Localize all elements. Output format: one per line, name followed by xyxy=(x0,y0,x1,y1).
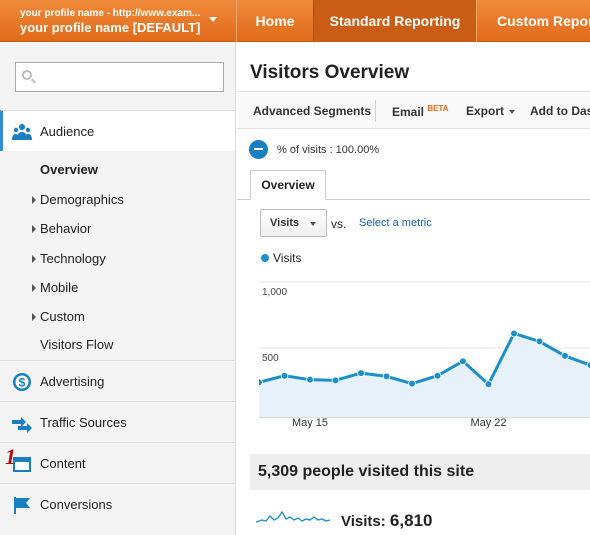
expand-arrow-icon xyxy=(32,313,36,321)
data-point xyxy=(280,371,289,380)
visits-metric-label: Visits: xyxy=(341,513,386,530)
x-tick-label: May 22 xyxy=(470,417,506,429)
legend-dot xyxy=(261,254,269,262)
flag-icon xyxy=(14,497,30,514)
main-content: Visitors Overview Advanced Segments Emai… xyxy=(237,42,590,535)
sidebar-subitem-label: Mobile xyxy=(40,280,79,295)
y-tick-label: 1,000 xyxy=(262,287,287,298)
sidebar-item-conversions[interactable]: Conversions xyxy=(0,483,235,524)
x-tick-label: May 15 xyxy=(292,417,328,429)
chevron-down-icon xyxy=(509,109,516,114)
tab-custom-reporting[interactable]: Custom Reporti xyxy=(476,0,590,42)
sidebar-subitem-behavior[interactable]: Behavior xyxy=(0,214,235,243)
data-point xyxy=(510,329,518,338)
profile-name: your profile name [DEFAULT] xyxy=(20,20,201,35)
visits-metric-value: 6,810 xyxy=(389,511,433,530)
top-nav-bar: your profile name - http://www.exam... y… xyxy=(0,0,590,42)
data-point xyxy=(561,352,569,360)
toolbar-divider xyxy=(375,100,376,122)
sidebar-subitem-custom[interactable]: Custom xyxy=(0,302,235,331)
visits-sparkline xyxy=(256,510,330,523)
metric-dropdown[interactable]: Visits xyxy=(260,209,327,237)
visits-metric: Visits: 6,810 xyxy=(341,511,432,531)
data-point xyxy=(535,337,544,346)
sidebar-item-traffic-sources[interactable]: Traffic Sources xyxy=(0,401,235,442)
svg-text:$: $ xyxy=(19,376,26,390)
add-to-dashboard-button[interactable]: Add to Das xyxy=(530,104,590,118)
chevron-down-icon xyxy=(209,17,217,22)
sidebar-subitem-visitors-flow[interactable]: Visitors Flow xyxy=(0,330,235,359)
search-icon xyxy=(22,70,32,80)
sidebar-item-label: Audience xyxy=(40,124,95,139)
data-point xyxy=(433,371,442,380)
sidebar-item-audience[interactable]: Audience xyxy=(0,110,235,151)
data-point xyxy=(408,379,416,388)
advanced-segments-button[interactable]: Advanced Segments xyxy=(253,104,371,118)
email-label: Email xyxy=(392,105,425,119)
series-area xyxy=(259,333,590,417)
select-metric-link[interactable]: Select a metric xyxy=(359,217,432,229)
data-point xyxy=(382,372,391,381)
annotation-number: 1 xyxy=(5,444,16,469)
sidebar-subitem-demographics[interactable]: Demographics xyxy=(0,185,235,214)
sidebar-item-label: Traffic Sources xyxy=(40,415,127,430)
sidebar-subitem-label: Technology xyxy=(40,251,106,266)
tab-overview[interactable]: Overview xyxy=(250,170,326,200)
expand-arrow-icon xyxy=(32,255,36,263)
page-title: Visitors Overview xyxy=(250,62,410,83)
dollar-icon: $ xyxy=(13,373,31,391)
tab-standard-reporting[interactable]: Standard Reporting xyxy=(313,0,476,42)
data-point xyxy=(459,357,467,365)
summary-text: 5,309 people visited this site xyxy=(258,463,475,480)
sidebar-item-content[interactable]: Content 1 xyxy=(0,442,235,483)
metric-dropdown-label: Visits xyxy=(270,217,300,229)
data-point xyxy=(331,376,340,385)
data-point xyxy=(357,369,365,377)
sidebar-item-label: Advertising xyxy=(40,374,105,389)
profile-account-url: your profile name - http://www.exam... xyxy=(20,8,200,19)
tab-home[interactable]: Home xyxy=(236,0,313,42)
traffic-arrows-icon xyxy=(12,417,32,433)
export-label: Export xyxy=(466,104,505,118)
data-point xyxy=(306,375,314,384)
sidebar-subitem-technology[interactable]: Technology xyxy=(0,244,235,273)
y-tick-label: 500 xyxy=(262,353,279,364)
search-box[interactable] xyxy=(15,62,224,92)
email-button[interactable]: Email BETA xyxy=(392,104,449,119)
expand-arrow-icon xyxy=(32,196,36,204)
visits-chart: 1,000 500 May 15 May 22 xyxy=(259,281,590,429)
data-point xyxy=(259,378,263,387)
sidebar-subitem-label: Behavior xyxy=(40,221,92,236)
sidebar-subitem-label: Visitors Flow xyxy=(40,337,114,352)
sidebar-subitem-label: Demographics xyxy=(40,192,124,207)
export-button[interactable]: Export xyxy=(466,104,516,118)
sidebar: Audience Overview Demographics Behavior … xyxy=(0,42,236,535)
beta-badge: BETA xyxy=(427,104,449,113)
sidebar-subitem-label: Custom xyxy=(40,309,85,324)
expand-arrow-icon xyxy=(32,284,36,292)
search-input[interactable] xyxy=(40,67,220,87)
summary-bar: 5,309 people visited this site xyxy=(250,454,590,490)
data-point xyxy=(484,380,493,389)
profile-selector[interactable]: your profile name - http://www.exam... y… xyxy=(0,0,235,42)
expand-arrow-icon xyxy=(32,225,36,233)
sidebar-subitem-label: Overview xyxy=(40,162,98,177)
segment-toggle-icon[interactable] xyxy=(249,140,268,159)
sidebar-item-label: Conversions xyxy=(40,497,113,512)
sidebar-subitem-overview[interactable]: Overview xyxy=(0,155,235,184)
chart-area xyxy=(259,331,590,417)
sidebar-item-advertising[interactable]: $ Advertising xyxy=(0,360,235,401)
sidebar-subitem-mobile[interactable]: Mobile xyxy=(0,273,235,302)
chevron-down-icon xyxy=(310,222,316,226)
report-toolbar: Advanced Segments Email BETA Export Add … xyxy=(237,91,590,129)
audience-icon xyxy=(12,124,32,140)
segment-percent-text: % of visits : 100.00% xyxy=(277,144,380,156)
legend-label: Visits xyxy=(273,251,302,265)
sidebar-item-label: Content xyxy=(40,456,86,471)
vs-label: vs. xyxy=(331,217,347,231)
